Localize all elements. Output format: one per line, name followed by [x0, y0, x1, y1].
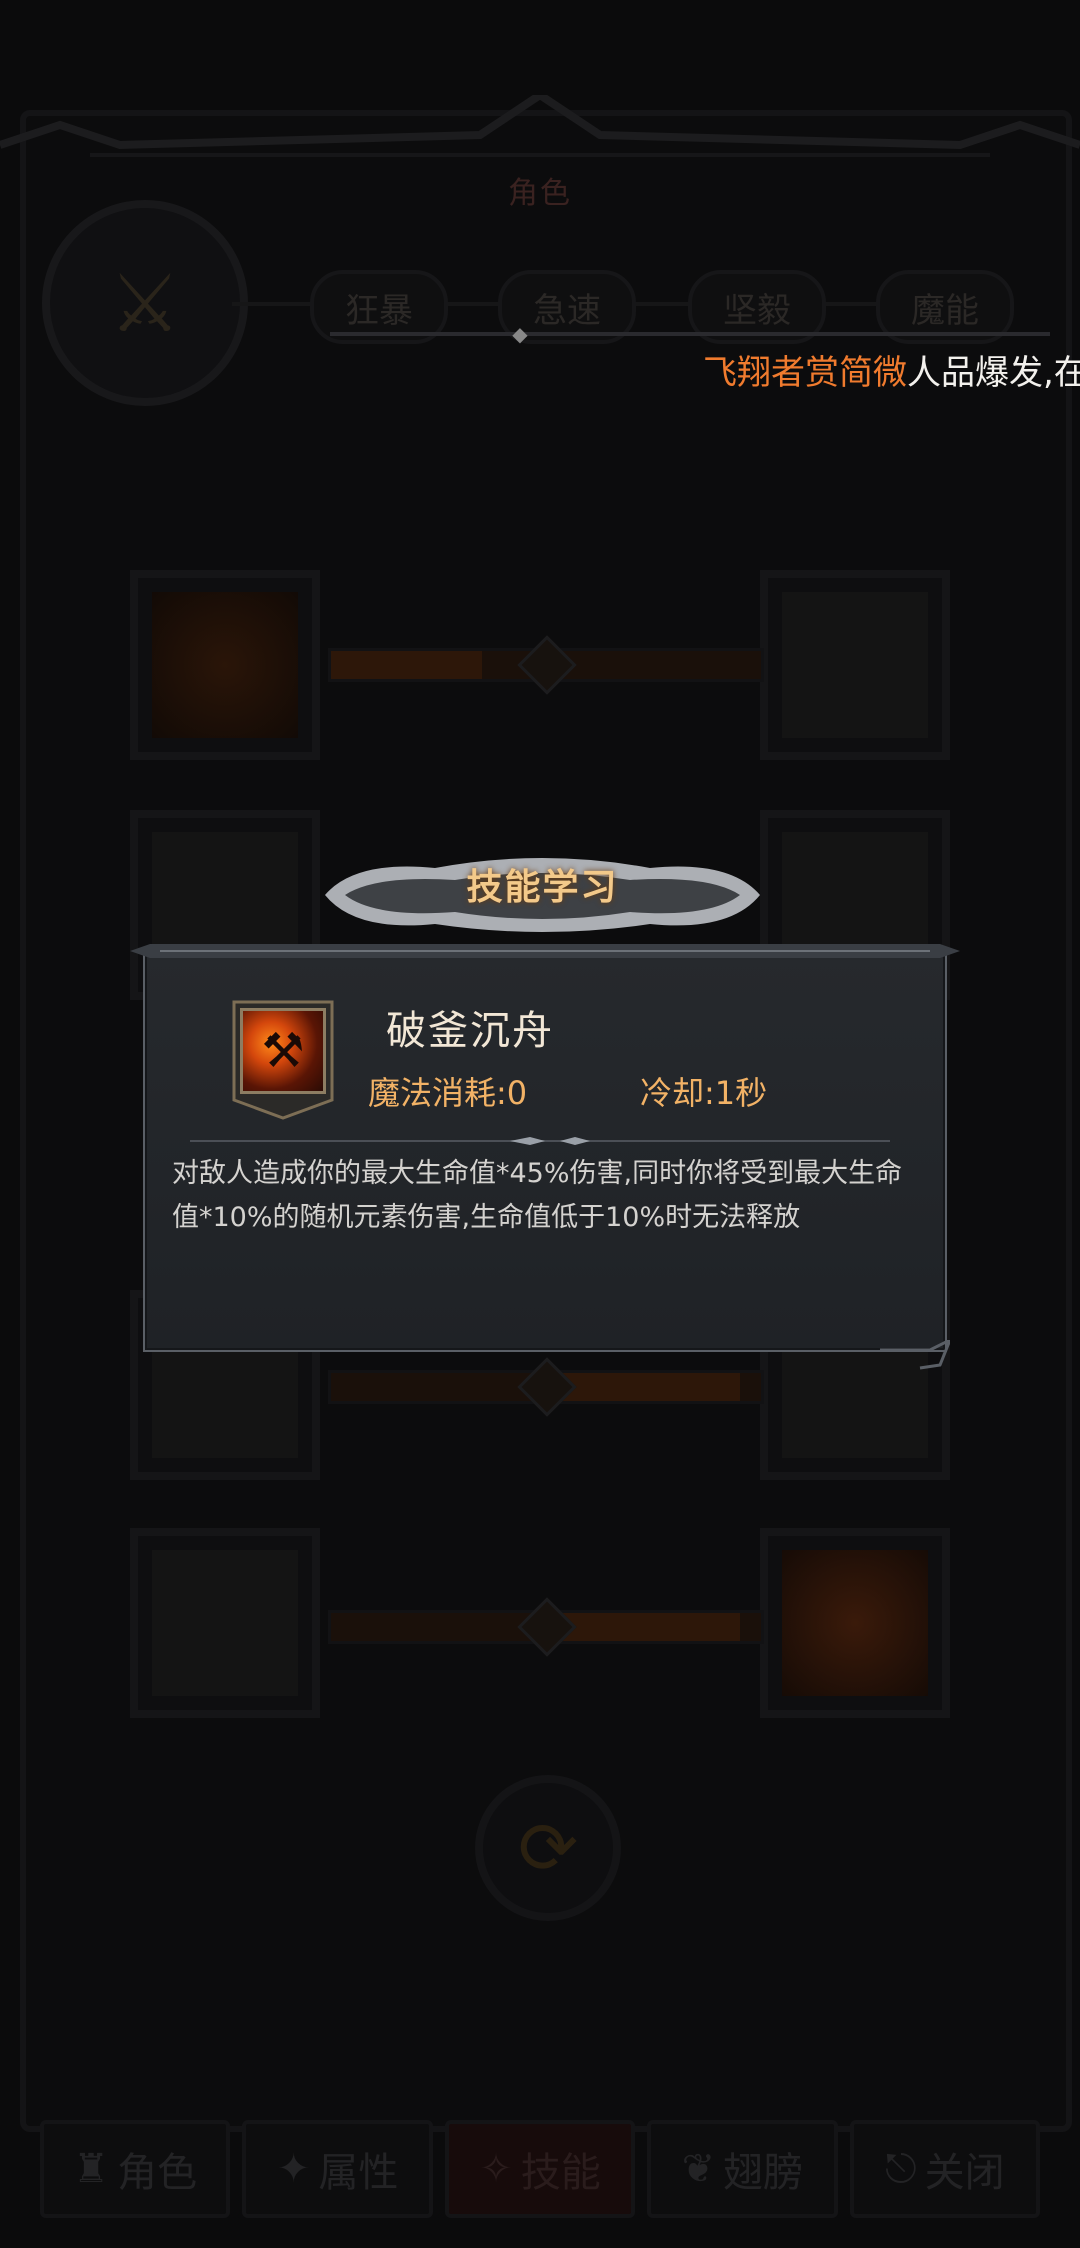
dialog-corner-ornament [880, 1340, 950, 1370]
nav-tab-close[interactable]: ⎋ 关闭 [849, 2120, 1041, 2218]
reset-skills-button[interactable]: ⟳ [475, 1775, 621, 1921]
nav-tab-role[interactable]: ♜ 角色 [40, 2120, 231, 2218]
class-medal[interactable]: ⚔ [42, 200, 248, 406]
dialog-top-border [130, 944, 960, 958]
helmet-icon: ♜ [73, 2146, 110, 2192]
branch-connector [630, 302, 690, 306]
skill-slot[interactable] [130, 1528, 320, 1718]
page-title: 角色 [508, 176, 572, 211]
refresh-icon: ⟳ [517, 1806, 579, 1890]
branch-connector [440, 302, 500, 306]
nav-tab-label: 角色 [117, 2150, 198, 2196]
dialog-separator [190, 1137, 890, 1145]
exit-icon: ⎋ [885, 2146, 917, 2192]
nav-tab-label: 关闭 [924, 2150, 1005, 2196]
skill-slot[interactable] [760, 570, 950, 760]
nav-tab-label: 技能 [520, 2150, 601, 2196]
attribute-icon: ✦ [276, 2146, 311, 2192]
skill-icon: ✧ [479, 2146, 513, 2192]
bottom-nav: ♜ 角色 ✦ 属性 ✧ 技能 ❦ 翅膀 ⎋ 关闭 [40, 2120, 1041, 2220]
nav-tab-attributes[interactable]: ✦ 属性 [242, 2120, 433, 2218]
crossed-axes-icon: ⚔ [109, 256, 181, 350]
cooldown: 冷却:1秒 [640, 1074, 768, 1112]
dialog-title: 技能学习 [466, 867, 619, 908]
header-divider [330, 332, 1050, 336]
broadcast-player-name: 飞翔者赏简微 [703, 353, 907, 393]
broadcast-message: 人品爆发,在 [907, 353, 1080, 393]
skill-slot[interactable] [760, 1528, 950, 1718]
divider-gem-icon: ◆ [512, 322, 528, 346]
nav-tab-wings[interactable]: ❦ 翅膀 [647, 2120, 838, 2218]
nav-tab-label: 属性 [318, 2150, 399, 2196]
system-broadcast: 飞翔者赏简微人品爆发,在 [703, 345, 1080, 394]
skill-slot[interactable] [130, 570, 320, 760]
skill-name: 破釜沉舟 [386, 1008, 554, 1054]
mana-cost: 魔法消耗:0 [368, 1074, 528, 1112]
wing-icon: ❦ [681, 2146, 716, 2192]
branch-connector [820, 302, 880, 306]
skill-portrait-icon: ⚒ [240, 1008, 326, 1094]
branch-connector [232, 302, 312, 306]
skill-description: 对敌人造成你的最大生命值*45%伤害,同时你将受到最大生命值*10%的随机元素伤… [172, 1158, 903, 1233]
nav-tab-label: 翅膀 [723, 2150, 804, 2196]
nav-tab-skills[interactable]: ✧ 技能 [444, 2120, 636, 2218]
